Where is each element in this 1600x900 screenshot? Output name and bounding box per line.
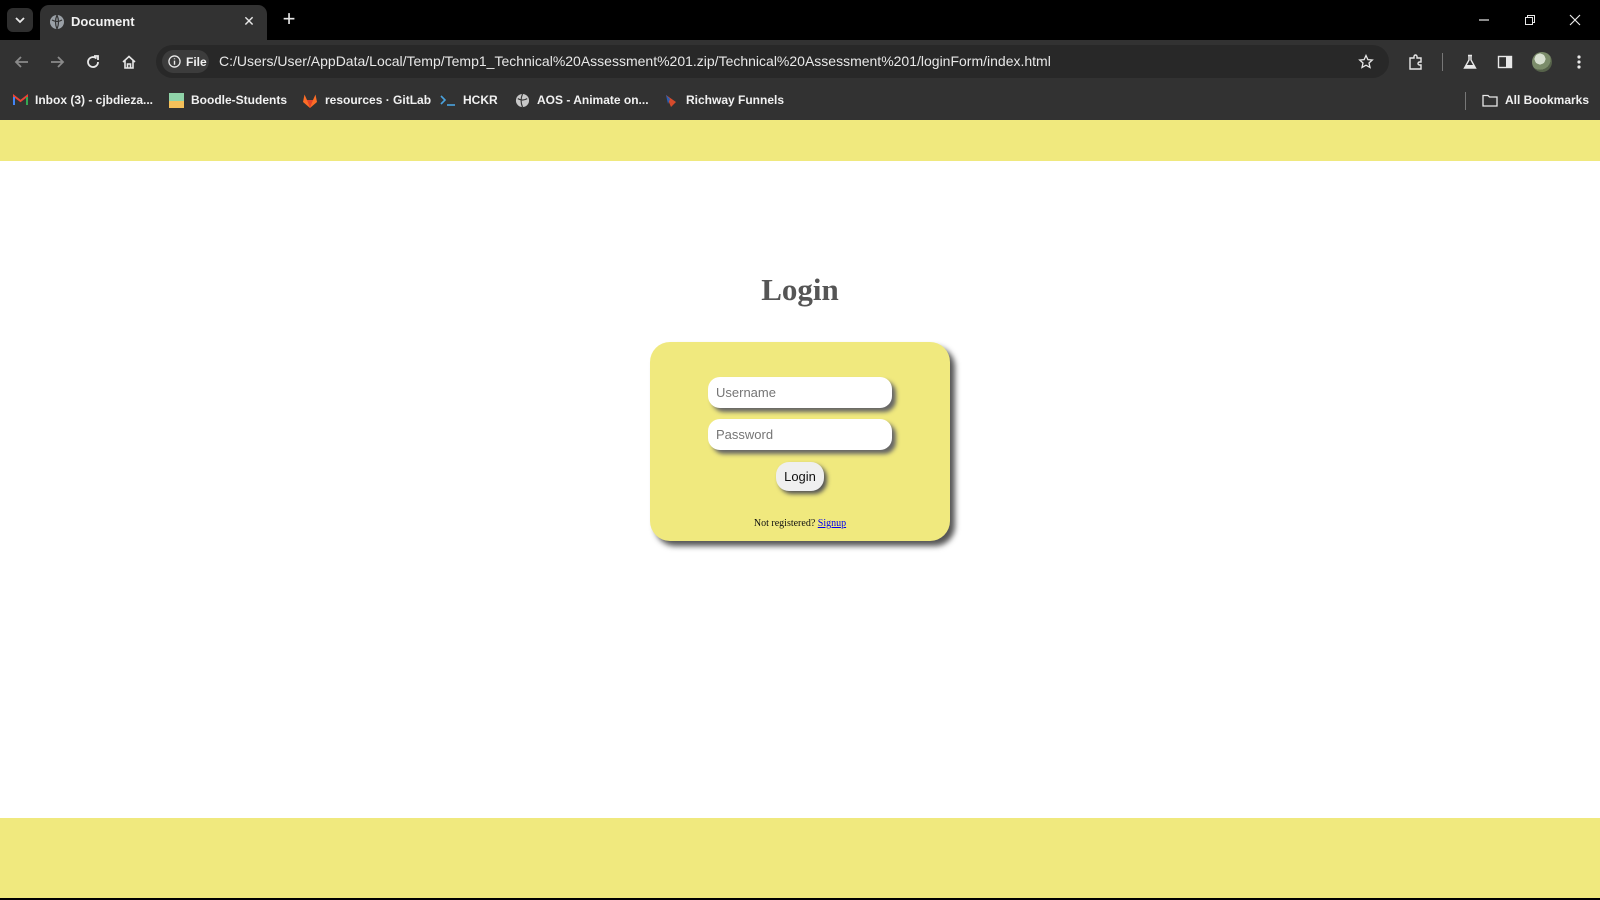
bookmark-item[interactable]: HCKR [440,84,498,116]
page-title: Login [761,272,839,307]
home-button[interactable] [116,49,142,75]
browser-menu-button[interactable] [1566,49,1592,75]
arrow-left-icon [14,56,28,68]
extensions-button[interactable] [1403,49,1429,75]
forward-button[interactable] [44,49,70,75]
labs-button[interactable] [1457,49,1483,75]
globe-icon [514,92,530,108]
bookmark-item[interactable]: AOS - Animate on... [514,84,649,116]
bookmark-star-button[interactable] [1355,51,1377,73]
restore-button[interactable] [1515,8,1545,32]
back-button[interactable] [9,49,35,75]
bookmarks-divider [1465,92,1466,110]
info-icon [168,55,181,68]
page-footer-bar [0,818,1600,898]
bookmark-item[interactable]: Inbox (3) - cjbdieza... [12,84,153,116]
active-tab[interactable]: Document ✕ [40,5,267,40]
reload-button[interactable] [80,49,106,75]
bookmark-label: HCKR [463,93,498,107]
minimize-button[interactable] [1469,8,1499,32]
bookmark-item[interactable]: Boodle-Students [168,84,287,116]
star-icon [1358,54,1374,69]
bookmark-item[interactable]: Richway Funnels [663,84,784,116]
side-panel-button[interactable] [1492,49,1518,75]
site-info-chip[interactable]: File [162,50,209,73]
password-input[interactable] [708,419,892,450]
close-icon[interactable]: ✕ [240,12,258,30]
signup-link[interactable]: Signup [818,518,846,529]
arrow-right-icon [51,56,65,68]
login-button[interactable]: Login [776,462,824,491]
flask-icon [1463,54,1477,69]
new-tab-button[interactable]: + [276,8,302,32]
home-icon [122,55,136,69]
page-viewport: Login Login Not registered? Signup [0,120,1600,900]
close-icon [1569,14,1581,26]
gmail-icon [12,92,28,108]
folder-icon [1482,92,1498,108]
tab-title: Document [71,14,135,29]
bookmark-item[interactable]: resources · GitLab [302,84,431,116]
all-bookmarks-label: All Bookmarks [1505,93,1590,107]
bookmark-label: Richway Funnels [686,93,785,107]
address-bar[interactable]: File C:/Users/User/AppData/Local/Temp/Te… [156,45,1389,78]
chevron-down-icon [15,17,25,24]
globe-icon [50,14,64,30]
boodle-icon [168,92,184,108]
tab-search-button[interactable] [7,8,33,32]
signup-prompt: Not registered? [753,518,816,529]
tab-strip: Document ✕ + [0,0,1600,40]
login-form: Login Not registered? Signup [650,342,950,541]
username-input[interactable] [708,377,892,408]
side-panel-icon [1497,55,1513,69]
terminal-icon [440,92,456,108]
profile-avatar[interactable] [1532,52,1552,72]
puzzle-icon [1409,54,1422,70]
site-chip-label: File [186,54,207,69]
toolbar-divider [1442,53,1443,71]
gitlab-icon [302,92,318,108]
bookmark-label: AOS - Animate on... [537,93,649,107]
funnel-icon [663,92,679,108]
close-window-button[interactable] [1560,8,1590,32]
minimize-icon [1479,19,1489,21]
bookmark-label: Inbox (3) - cjbdieza... [35,93,154,107]
url-text[interactable]: C:/Users/User/AppData/Local/Temp/Temp1_T… [219,53,1051,69]
bookmarks-bar: Inbox (3) - cjbdieza... Boodle-Students … [0,84,1600,120]
restore-icon [1525,15,1535,25]
page-header-bar [0,120,1600,161]
browser-toolbar: File C:/Users/User/AppData/Local/Temp/Te… [0,40,1600,84]
kebab-menu-icon [1577,55,1581,69]
signup-prompt-line: Not registered? Signup [650,518,950,529]
bookmark-label: resources · GitLab [325,93,432,107]
all-bookmarks-button[interactable]: All Bookmarks [1482,84,1589,116]
reload-icon [87,55,99,68]
bookmark-label: Boodle-Students [191,93,287,107]
